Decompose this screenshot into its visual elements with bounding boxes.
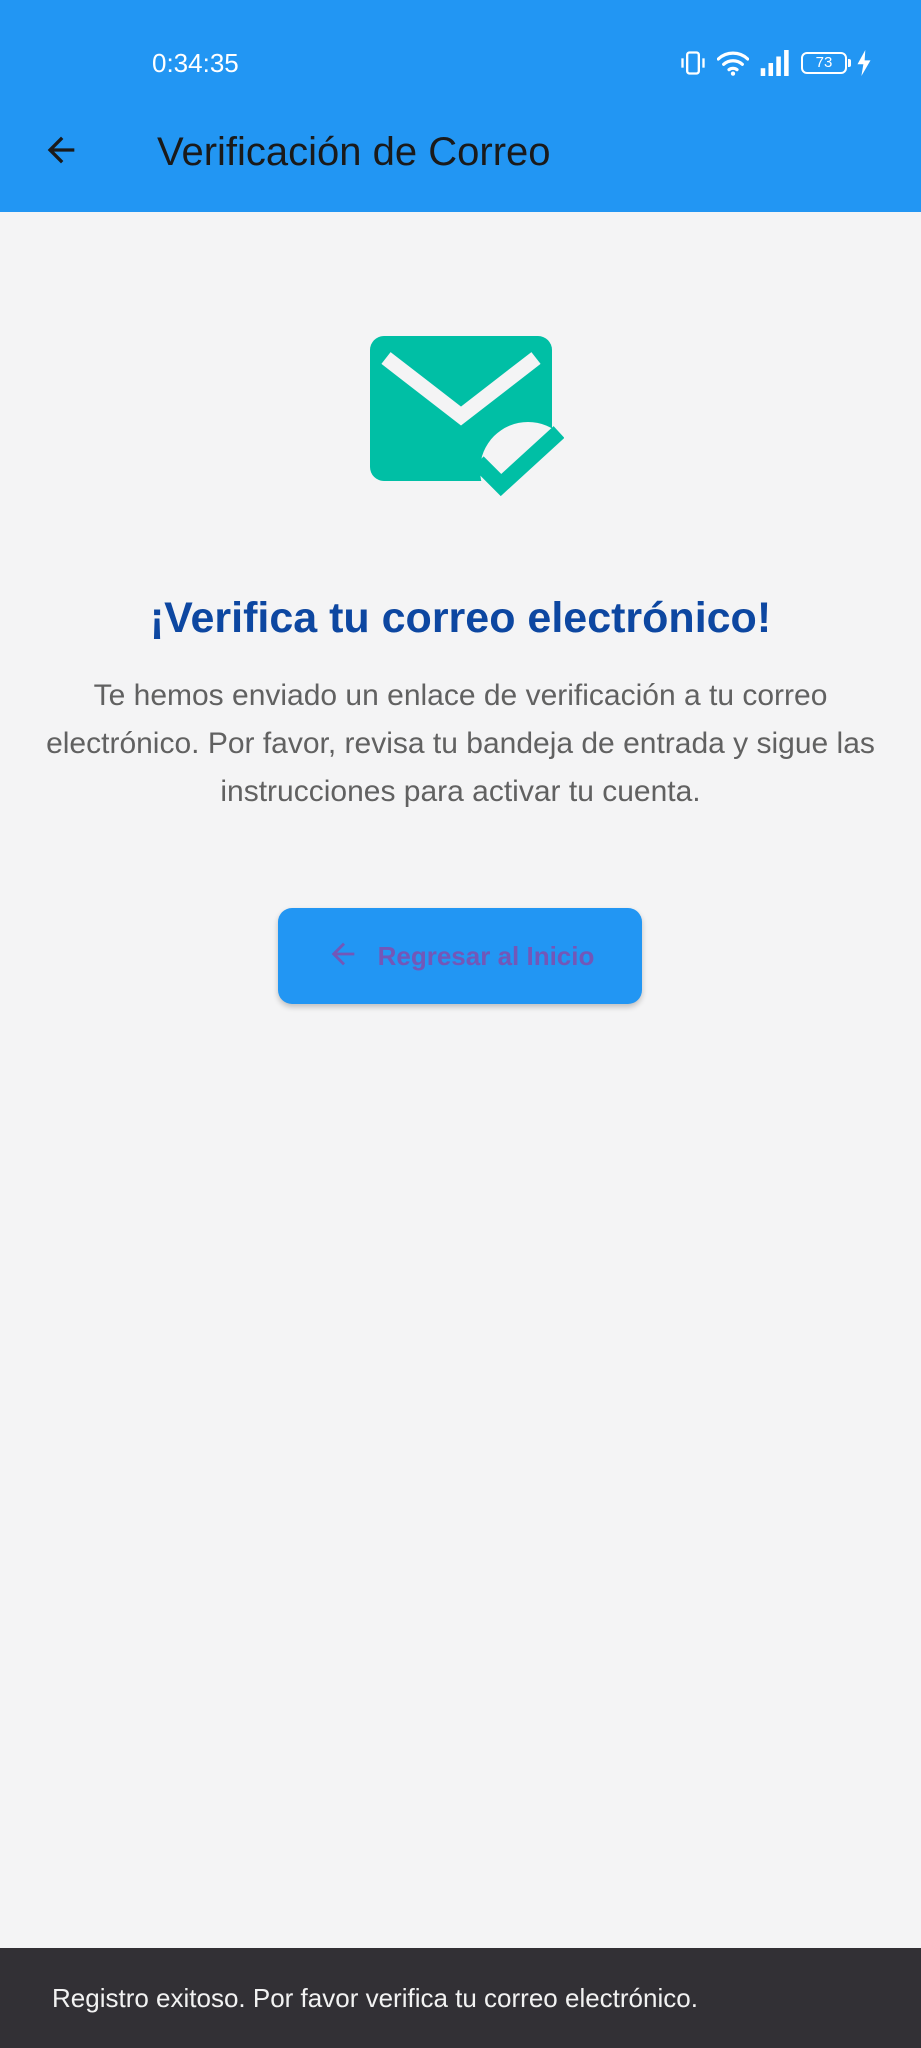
snackbar-message: Registro exitoso. Por favor verifica tu … bbox=[52, 1983, 698, 2013]
vibrate-icon bbox=[679, 49, 707, 77]
status-time: 0:34:35 bbox=[152, 48, 239, 78]
headline: ¡Verifica tu correo electrónico! bbox=[149, 594, 772, 642]
battery-icon: 73 bbox=[801, 52, 851, 74]
description-text: Te hemos enviado un enlace de verificaci… bbox=[46, 679, 875, 808]
snackbar: Registro exitoso. Por favor verifica tu … bbox=[0, 1948, 921, 2048]
mark-email-read-icon bbox=[368, 334, 576, 518]
arrow-left-icon bbox=[326, 937, 360, 976]
arrow-left-icon bbox=[41, 130, 81, 175]
page-title: Verificación de Correo bbox=[157, 130, 551, 174]
back-home-label: Regresar al Inicio bbox=[377, 941, 595, 971]
back-home-button[interactable]: Regresar al Inicio bbox=[278, 908, 642, 1004]
charging-icon bbox=[857, 50, 871, 76]
app-bar: 0:34:35 73 Verificación de Correo bbox=[0, 0, 921, 212]
back-button[interactable] bbox=[24, 112, 98, 192]
signal-icon bbox=[759, 50, 791, 76]
wifi-icon bbox=[717, 49, 749, 77]
status-icons: 73 bbox=[679, 46, 871, 80]
battery-level: 73 bbox=[815, 54, 833, 71]
